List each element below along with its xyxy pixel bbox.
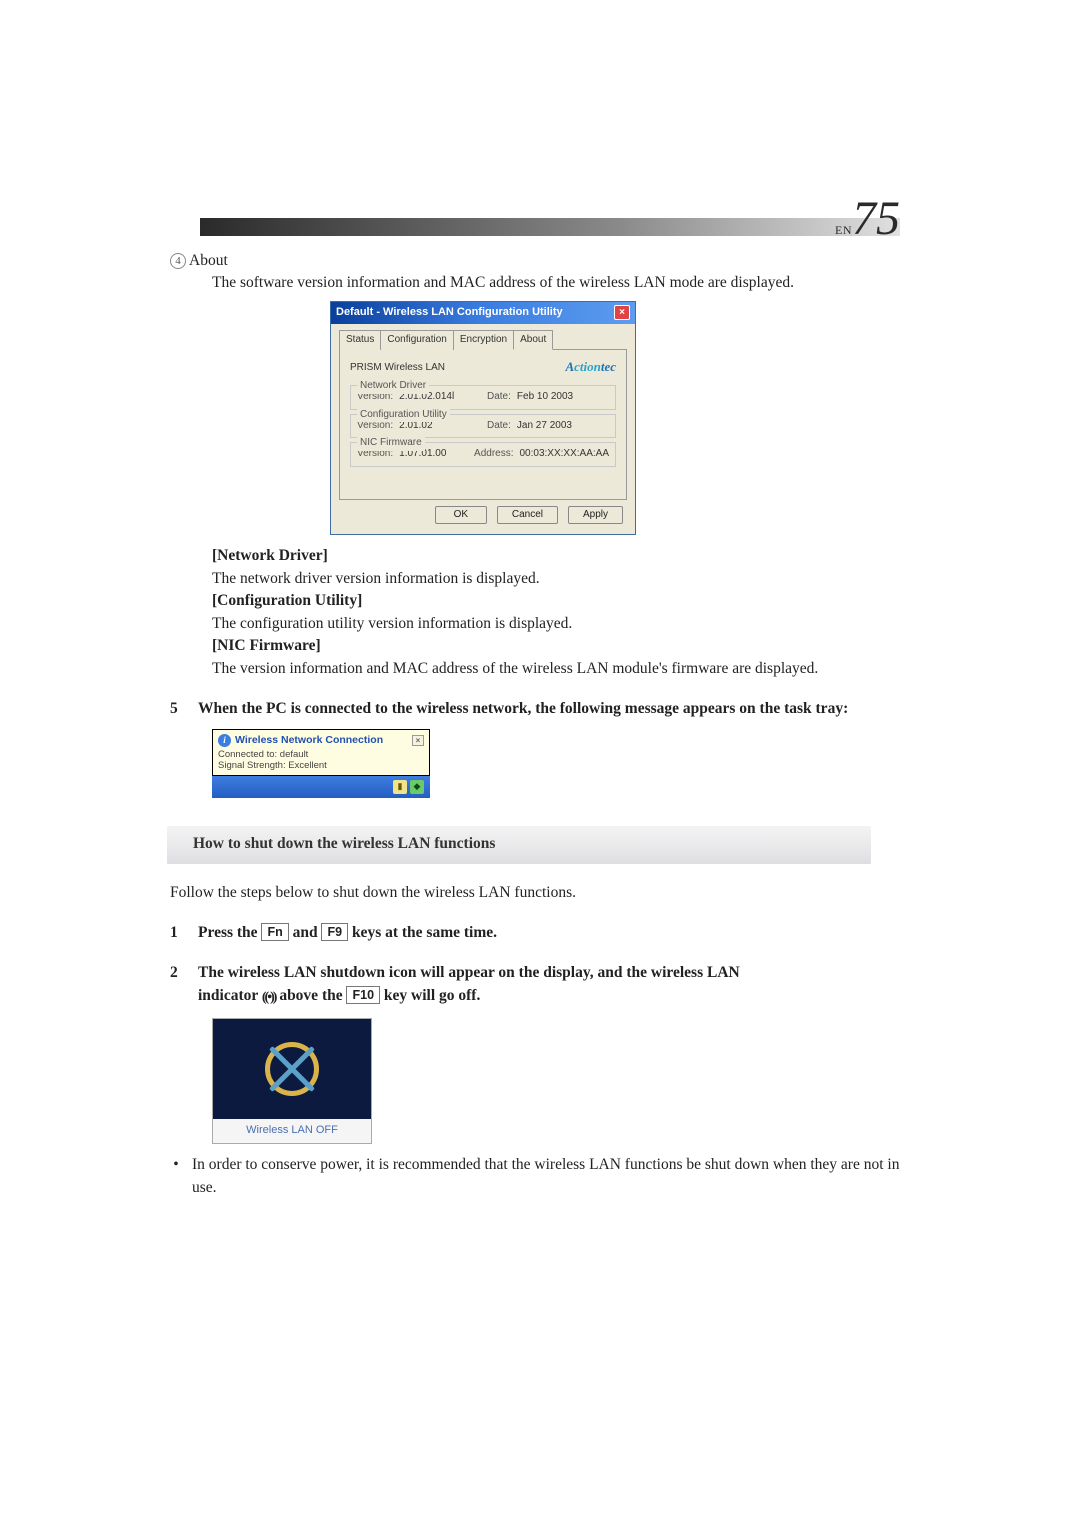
section-heading-bar: How to shut down the wireless LAN functi…: [167, 826, 871, 864]
f10-key-icon: F10: [346, 986, 380, 1004]
shutdown-step2-text: The wireless LAN shutdown icon will appe…: [198, 962, 900, 1008]
s2-line1: The wireless LAN shutdown icon will appe…: [198, 962, 900, 984]
step-5-number: 5: [170, 698, 184, 720]
s1-mid: and: [289, 924, 322, 941]
tab-encryption[interactable]: Encryption: [453, 330, 514, 351]
wlan-off-icon: [265, 1042, 319, 1096]
antenna-icon: ((•)): [262, 988, 276, 1008]
dialog-title-text: Default - Wireless LAN Configuration Uti…: [336, 305, 563, 321]
config-utility-fieldset: Configuration Utility Version:2.01.02 Da…: [350, 414, 616, 439]
s1-post: keys at the same time.: [348, 924, 497, 941]
nf-address-label: Address:: [474, 447, 513, 462]
about-tab-panel: PRISM Wireless LAN Actiontec Network Dri…: [339, 349, 627, 499]
balloon-close-icon[interactable]: ×: [412, 735, 424, 746]
wlan-off-screenshot: Wireless LAN OFF: [212, 1018, 372, 1144]
taskbar: ▮ ◆: [212, 776, 430, 798]
page-num-value: 75: [852, 192, 900, 245]
tip-text: In order to conserve power, it is recomm…: [192, 1154, 900, 1199]
s2-l2a: indicator: [198, 987, 262, 1004]
page-en-label: EN: [835, 223, 852, 237]
actiontec-logo: Actiontec: [565, 358, 616, 377]
tab-status[interactable]: Status: [339, 330, 381, 351]
tray-shield-icon[interactable]: ◆: [410, 780, 424, 794]
config-utility-text: The configuration utility version inform…: [212, 613, 900, 635]
dialog-button-row: OK Cancel Apply: [339, 500, 627, 527]
config-utility-legend: Configuration Utility: [357, 408, 450, 423]
balloon-title-text: Wireless Network Connection: [235, 734, 383, 746]
tray-balloon-screenshot: i Wireless Network Connection × Connected…: [212, 729, 430, 798]
circled-number-icon: 4: [170, 253, 186, 269]
nic-firmware-heading: [NIC Firmware]: [212, 635, 900, 657]
network-driver-heading: [Network Driver]: [212, 545, 900, 567]
shutdown-step1-text: Press the Fn and F9 keys at the same tim…: [198, 922, 900, 944]
balloon-line1: Connected to: default: [218, 749, 424, 760]
section-title: How to shut down the wireless LAN functi…: [193, 833, 495, 855]
nd-date-label: Date:: [487, 390, 511, 405]
network-driver-fieldset: Network Driver Version:2.01.02.014l Date…: [350, 385, 616, 410]
network-driver-text: The network driver version information i…: [212, 568, 900, 590]
cu-date-label: Date:: [487, 419, 511, 434]
step-5-text: When the PC is connected to the wireless…: [198, 698, 900, 720]
about-intro: The software version information and MAC…: [212, 272, 900, 294]
f9-key-icon: F9: [321, 923, 348, 941]
s2-l2c: key will go off.: [380, 987, 480, 1004]
nic-firmware-text: The version information and MAC address …: [212, 658, 900, 680]
wlan-off-label: Wireless LAN OFF: [213, 1119, 371, 1143]
apply-button[interactable]: Apply: [568, 506, 623, 525]
tab-about[interactable]: About: [513, 330, 553, 351]
tray-network-icon[interactable]: ▮: [393, 780, 407, 794]
close-icon[interactable]: ×: [614, 305, 630, 320]
about-title: About: [189, 252, 228, 269]
header-gradient-bar: [200, 218, 900, 236]
s2-l2b: above the: [275, 987, 346, 1004]
prism-label: PRISM Wireless LAN: [350, 361, 445, 376]
cancel-button[interactable]: Cancel: [497, 506, 558, 525]
network-driver-legend: Network Driver: [357, 379, 429, 394]
dialog-tabs: Status Configuration Encryption About: [339, 330, 627, 351]
about-heading: 4 About: [170, 250, 900, 272]
ok-button[interactable]: OK: [435, 506, 487, 525]
balloon-tooltip: i Wireless Network Connection × Connected…: [212, 729, 430, 776]
follow-text: Follow the steps below to shut down the …: [170, 882, 900, 904]
nic-firmware-legend: NIC Firmware: [357, 436, 425, 451]
config-utility-heading: [Configuration Utility]: [212, 590, 900, 612]
bullet-icon: •: [170, 1154, 182, 1199]
cu-date-value: Jan 27 2003: [517, 419, 572, 434]
fn-key-icon: Fn: [261, 923, 288, 941]
s1-pre: Press the: [198, 924, 261, 941]
wlan-config-dialog: Default - Wireless LAN Configuration Uti…: [330, 301, 636, 535]
page-number: EN75: [835, 195, 900, 243]
shutdown-step1-number: 1: [170, 922, 184, 944]
nd-date-value: Feb 10 2003: [517, 390, 573, 405]
info-icon: i: [218, 734, 231, 747]
tab-configuration[interactable]: Configuration: [380, 330, 453, 351]
balloon-line2: Signal Strength: Excellent: [218, 760, 424, 771]
shutdown-step2-number: 2: [170, 962, 184, 1008]
nf-address-value: 00:03:XX:XX:AA:AA: [520, 447, 610, 462]
dialog-titlebar: Default - Wireless LAN Configuration Uti…: [331, 302, 635, 324]
nic-firmware-fieldset: NIC Firmware Version:1.07.01.00 Address:…: [350, 442, 616, 467]
